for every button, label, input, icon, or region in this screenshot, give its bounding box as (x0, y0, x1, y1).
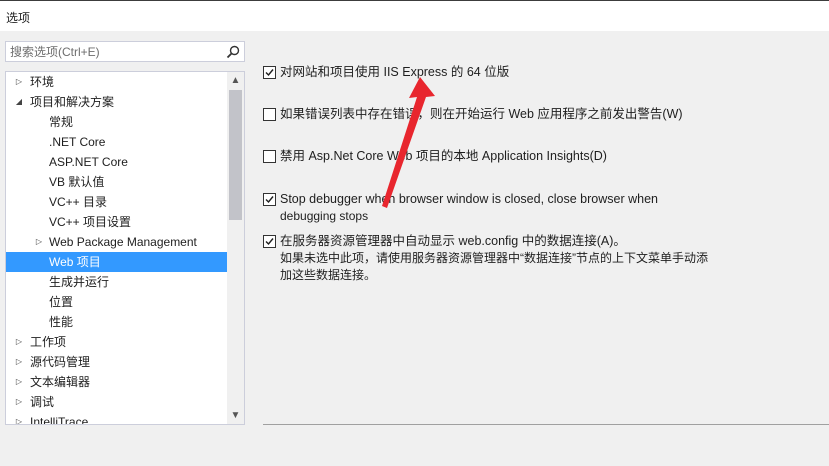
tree-item-label: 工作项 (30, 335, 67, 349)
tree-item[interactable]: ▷ IntelliTrace (6, 412, 228, 425)
option-auto-show-connections[interactable]: 在服务器资源管理器中自动显示 web.config 中的数据连接(A)。 如果未… (263, 233, 823, 287)
tree-item[interactable]: .NET Core (6, 132, 228, 152)
search-input[interactable] (6, 42, 229, 61)
iis-express-64-label[interactable]: 对网站和项目使用 IIS Express 的 64 位版 (280, 64, 509, 81)
tree-item[interactable]: ▷ 文本编辑器 (6, 372, 228, 392)
checkmark-icon (265, 238, 274, 246)
expand-arrow-icon[interactable]: ▷ (34, 232, 44, 252)
tree-item-label: 环境 (30, 75, 55, 89)
tree-item[interactable]: ▷ 工作项 (6, 332, 228, 352)
expand-arrow-icon[interactable]: ▷ (14, 392, 24, 412)
expand-arrow-icon[interactable]: ▷ (14, 72, 24, 92)
tree-item[interactable]: ▷ 调试 (6, 392, 228, 412)
no-expander (34, 192, 44, 212)
tree-item-label: 生成并运行 (49, 275, 110, 289)
no-expander (34, 252, 44, 272)
expand-arrow-icon[interactable]: ▷ (14, 352, 24, 372)
tree-item[interactable]: ▷ Web Package Management (6, 232, 228, 252)
warn-errors-label[interactable]: 如果错误列表中存在错误，则在开始运行 Web 应用程序之前发出警告(W) (280, 106, 683, 123)
search-box[interactable] (5, 41, 245, 62)
tree-item[interactable]: VB 默认值 (6, 172, 228, 192)
no-expander (34, 212, 44, 232)
tree-item-label: ASP.NET Core (49, 155, 128, 169)
tree-item-label: 性能 (49, 315, 74, 329)
iis-express-64-checkbox[interactable] (263, 66, 276, 79)
auto-show-connections-note-line1: 如果未选中此项，请使用服务器资源管理器中“数据连接”节点的上下文菜单手动添 (280, 251, 708, 265)
tree-item-label: 文本编辑器 (30, 375, 91, 389)
checkmark-icon (265, 196, 274, 204)
tree-item-label: VC++ 项目设置 (49, 215, 132, 229)
scroll-down-icon[interactable]: ▼ (227, 407, 244, 424)
auto-show-connections-label[interactable]: 在服务器资源管理器中自动显示 web.config 中的数据连接(A)。 (280, 233, 626, 250)
search-icon[interactable] (225, 44, 241, 60)
options-tree[interactable]: ▷ 环境 ◢ 项目和解决方案常规 .NET Core ASP.NET Core VB 默认值… (5, 71, 245, 425)
no-expander (34, 112, 44, 132)
tree-item-label: Web Package Management (49, 235, 197, 249)
option-stop-debugger[interactable]: Stop debugger when browser window is clo… (263, 191, 823, 227)
stop-debugger-label-line1[interactable]: Stop debugger when browser window is clo… (280, 191, 658, 208)
tree-item[interactable]: ◢ 项目和解决方案 (6, 92, 228, 112)
no-expander (34, 292, 44, 312)
no-expander (34, 152, 44, 172)
expand-arrow-icon[interactable]: ▷ (14, 412, 24, 424)
tree-item-label: 常规 (49, 115, 74, 129)
checkmark-icon (265, 69, 274, 77)
option-warn-errors[interactable]: 如果错误列表中存在错误，则在开始运行 Web 应用程序之前发出警告(W) (263, 106, 823, 124)
tree-item-label: VC++ 目录 (49, 195, 108, 209)
no-expander (34, 172, 44, 192)
scroll-thumb[interactable] (229, 90, 242, 220)
window-title: 选项 (6, 11, 31, 25)
tree-items: ▷ 环境 ◢ 项目和解决方案常规 .NET Core ASP.NET Core VB 默认值… (6, 72, 228, 425)
tree-item-label: Web 项目 (49, 255, 101, 269)
tree-item-label: 调试 (30, 395, 55, 409)
title-bar: 选项 (0, 0, 829, 31)
auto-show-connections-note-line2: 加这些数据连接。 (280, 268, 377, 282)
tree-item[interactable]: Web 项目 (6, 252, 228, 272)
tree-item[interactable]: 位置 (6, 292, 228, 312)
tree-item-label: VB 默认值 (49, 175, 105, 189)
stop-debugger-checkbox[interactable] (263, 193, 276, 206)
tree-item-label: IntelliTrace (30, 415, 89, 425)
no-expander (34, 132, 44, 152)
expand-arrow-icon[interactable]: ▷ (14, 332, 24, 352)
option-disable-insights[interactable]: 禁用 Asp.Net Core Web 项目的本地 Application In… (263, 148, 823, 166)
disable-insights-label[interactable]: 禁用 Asp.Net Core Web 项目的本地 Application In… (280, 148, 607, 165)
tree-scrollbar[interactable]: ▲ ▼ (227, 72, 244, 424)
tree-item-label: 源代码管理 (30, 355, 91, 369)
no-expander (34, 272, 44, 292)
tree-item[interactable]: ▷ 环境 (6, 72, 228, 92)
stop-debugger-label-line2[interactable]: debugging stops (280, 208, 368, 225)
tree-item[interactable]: 生成并运行 (6, 272, 228, 292)
auto-show-connections-checkbox[interactable] (263, 235, 276, 248)
no-expander (34, 312, 44, 332)
option-iis-express-64[interactable]: 对网站和项目使用 IIS Express 的 64 位版 (263, 64, 823, 82)
scroll-up-icon[interactable]: ▲ (227, 72, 244, 89)
tree-item[interactable]: 性能 (6, 312, 228, 332)
tree-item[interactable]: 常规 (6, 112, 228, 132)
tree-item-label: 位置 (49, 295, 74, 309)
warn-errors-checkbox[interactable] (263, 108, 276, 121)
tree-item[interactable]: VC++ 目录 (6, 192, 228, 212)
disable-insights-checkbox[interactable] (263, 150, 276, 163)
collapse-arrow-icon[interactable]: ◢ (14, 92, 24, 112)
tree-item[interactable]: ASP.NET Core (6, 152, 228, 172)
tree-item-label: 项目和解决方案 (30, 95, 115, 109)
tree-item[interactable]: ▷ 源代码管理 (6, 352, 228, 372)
tree-item-label: .NET Core (49, 135, 106, 149)
panel-divider (263, 424, 829, 425)
annotation-arrow-shape (382, 77, 435, 208)
expand-arrow-icon[interactable]: ▷ (14, 372, 24, 392)
bottom-area (0, 432, 829, 466)
tree-item[interactable]: VC++ 项目设置 (6, 212, 228, 232)
